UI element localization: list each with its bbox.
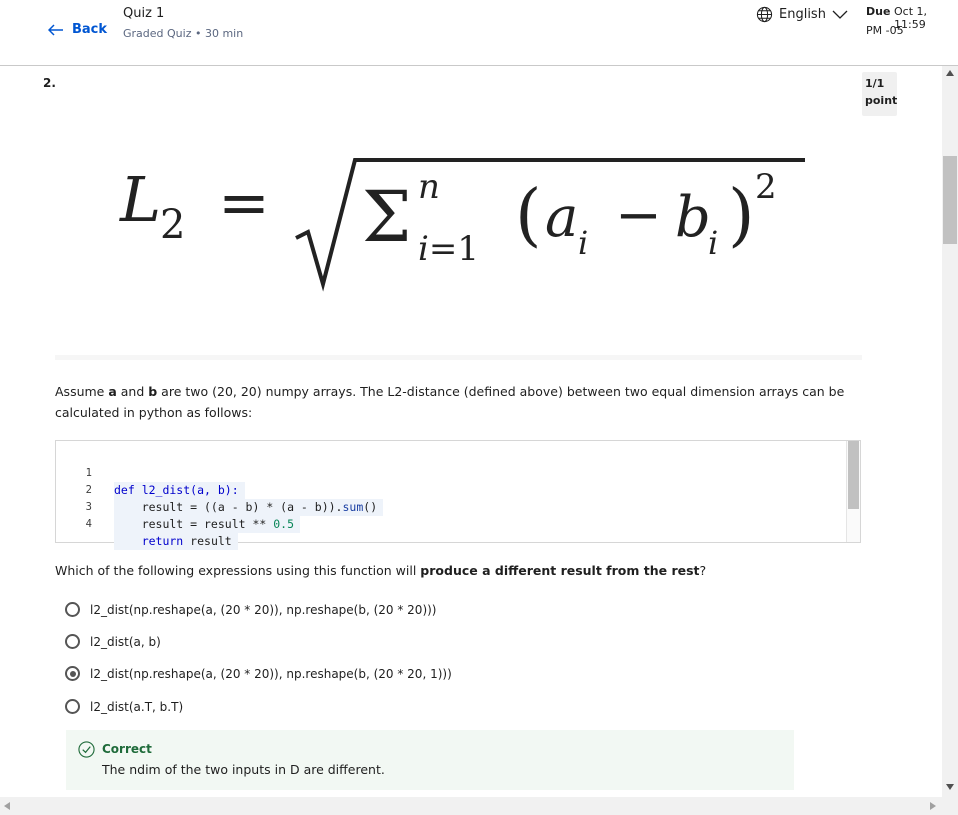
due-time-zone: PM -05 [866, 24, 904, 37]
check-circle-icon [78, 741, 95, 758]
feedback-text: The ndim of the two inputs in D are diff… [102, 762, 385, 777]
svg-text:L: L [119, 163, 161, 236]
svg-text:=: = [218, 166, 270, 239]
answer-option[interactable]: l2_dist(a, b) [65, 634, 161, 649]
radio-button[interactable] [65, 699, 80, 714]
quiz-header: Back Quiz 1 Graded Quiz • 30 min English… [0, 0, 958, 66]
svg-text:i: i [708, 224, 718, 262]
svg-text:n: n [418, 167, 440, 207]
feedback-panel: Correct The ndim of the two inputs in D … [66, 730, 794, 790]
feedback-title: Correct [102, 742, 152, 756]
answer-option-selected[interactable]: l2_dist(np.reshape(a, (20 * 20)), np.res… [65, 666, 452, 681]
radio-button[interactable] [65, 634, 80, 649]
answer-option[interactable]: l2_dist(a.T, b.T) [65, 699, 183, 714]
svg-text:b: b [675, 185, 711, 250]
scroll-down-arrow-icon[interactable] [946, 784, 954, 790]
question-number: 2. [43, 76, 56, 90]
question-area: 2. 1/1 point L 2 = Σ n i=1 ( a i − b i )… [0, 66, 942, 797]
code-block: 1 def l2_dist(a, b): 2 result = ((a - b)… [55, 440, 861, 550]
svg-text:(: ( [515, 176, 542, 255]
svg-text:): ) [728, 176, 755, 255]
quiz-title: Quiz 1 [123, 6, 165, 21]
divider [55, 355, 862, 360]
option-label: l2_dist(a.T, b.T) [90, 699, 184, 714]
language-label: English [779, 7, 826, 22]
code-scrollbar[interactable] [846, 441, 860, 542]
code-line-4: return result [114, 533, 238, 550]
scrollbar-corner [942, 797, 958, 815]
points-badge: 1/1 point [862, 72, 897, 116]
answer-option[interactable]: l2_dist(np.reshape(a, (20 * 20)), np.res… [65, 602, 437, 617]
svg-text:i: i [578, 224, 588, 262]
chevron-down-icon [832, 10, 848, 19]
scroll-right-arrow-icon[interactable] [930, 802, 936, 810]
scrollbar-thumb[interactable] [943, 156, 957, 244]
due-label: Due [866, 5, 891, 18]
option-label: l2_dist(np.reshape(a, (20 * 20)), np.res… [90, 602, 437, 617]
code-line-3: result = result ** 0.5 [114, 516, 301, 533]
svg-text:2: 2 [160, 202, 185, 248]
scroll-up-arrow-icon[interactable] [946, 70, 954, 76]
question-prompt: Assume a and b are two (20, 20) numpy ar… [55, 384, 845, 420]
line-number: 4 [85, 518, 92, 530]
horizontal-scrollbar[interactable] [0, 797, 942, 815]
scroll-left-arrow-icon[interactable] [4, 802, 10, 810]
svg-text:−: − [615, 183, 662, 248]
option-label: l2_dist(a, b) [90, 634, 161, 649]
vertical-scrollbar[interactable] [942, 66, 958, 797]
l2-formula-image: L 2 = Σ n i=1 ( a i − b i ) 2 [119, 158, 805, 292]
svg-text:a: a [545, 185, 578, 250]
language-selector[interactable]: English [756, 6, 848, 23]
code-line-1: def l2_dist(a, b): [114, 482, 245, 499]
svg-text:2: 2 [755, 167, 777, 207]
option-label: l2_dist(np.reshape(a, (20 * 20)), np.res… [90, 666, 452, 681]
points-score: 1/1 [865, 77, 885, 90]
radio-button[interactable] [65, 602, 80, 617]
globe-icon [756, 6, 773, 23]
back-label: Back [72, 22, 108, 37]
svg-text:Σ: Σ [362, 176, 412, 258]
back-button[interactable]: Back [48, 22, 107, 37]
code-line-2: result = ((a - b) * (a - b)).sum() [114, 499, 384, 516]
due-date: Oct 1, 11:59 [894, 5, 928, 31]
arrow-left-icon [48, 23, 63, 36]
question-text: Which of the following expressions using… [55, 563, 707, 578]
quiz-subtitle: Graded Quiz • 30 min [123, 27, 244, 40]
radio-button-checked[interactable] [65, 666, 80, 681]
points-unit: point [865, 94, 898, 107]
svg-text:i=1: i=1 [418, 229, 479, 269]
